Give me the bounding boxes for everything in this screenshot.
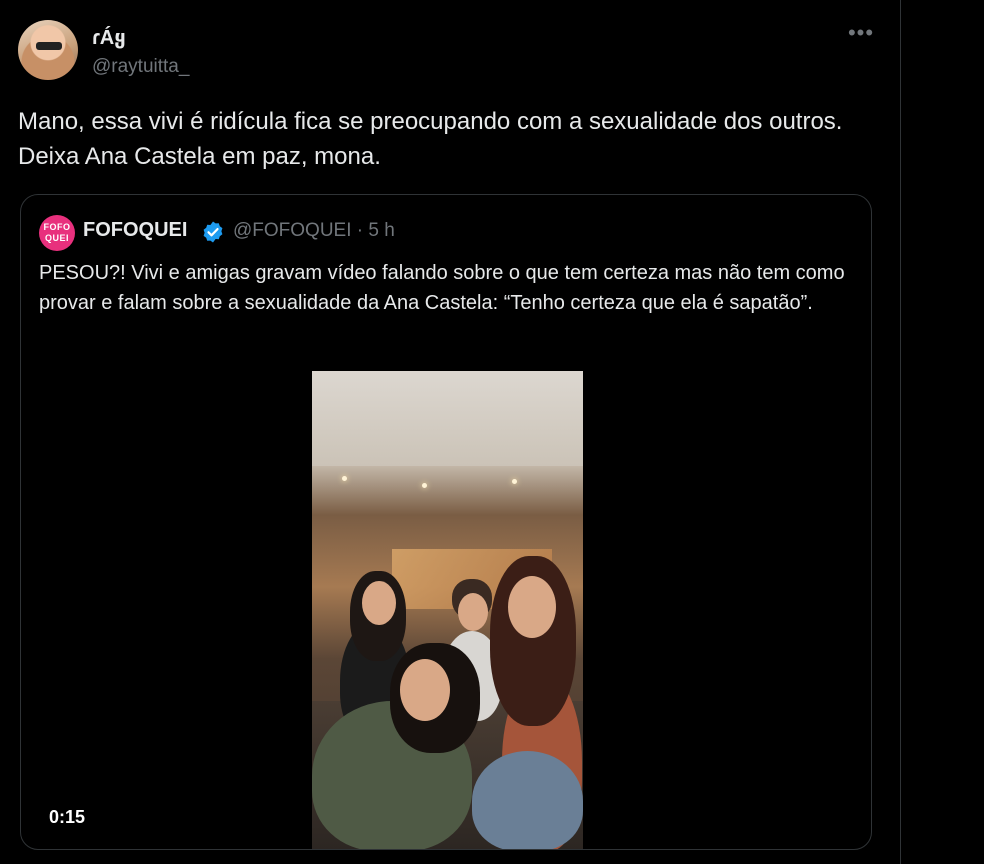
tweet-text: Mano, essa vivi é ridícula fica se preoc…: [18, 108, 843, 170]
quoted-author-handle-time[interactable]: @FOFOQUEI · 5 h: [233, 220, 395, 242]
author-display-name[interactable]: ɾÁყ: [92, 25, 126, 50]
video-player[interactable]: [312, 371, 583, 849]
author-handle[interactable]: @raytuitta_: [92, 56, 189, 78]
column-divider: [900, 0, 901, 864]
verified-badge-icon: [203, 221, 223, 243]
more-options-button[interactable]: •••: [846, 22, 876, 48]
quoted-author-avatar[interactable]: FOFO QUEI: [39, 215, 75, 251]
quoted-tweet-card[interactable]: FOFO QUEI FOFOQUEI @FOFOQUEI · 5 h PESOU…: [20, 194, 872, 850]
quoted-author-display-name[interactable]: FOFOQUEI: [83, 219, 187, 242]
quoted-tweet-text: PESOU?! Vivi e amigas gravam vídeo falan…: [39, 262, 845, 314]
video-duration: 0:15: [49, 807, 86, 827]
tweet[interactable]: ɾÁყ @raytuitta_ ••• Mano, essa vivi é ri…: [0, 0, 900, 864]
author-avatar[interactable]: [18, 20, 78, 80]
more-dots-icon: •••: [847, 20, 875, 45]
